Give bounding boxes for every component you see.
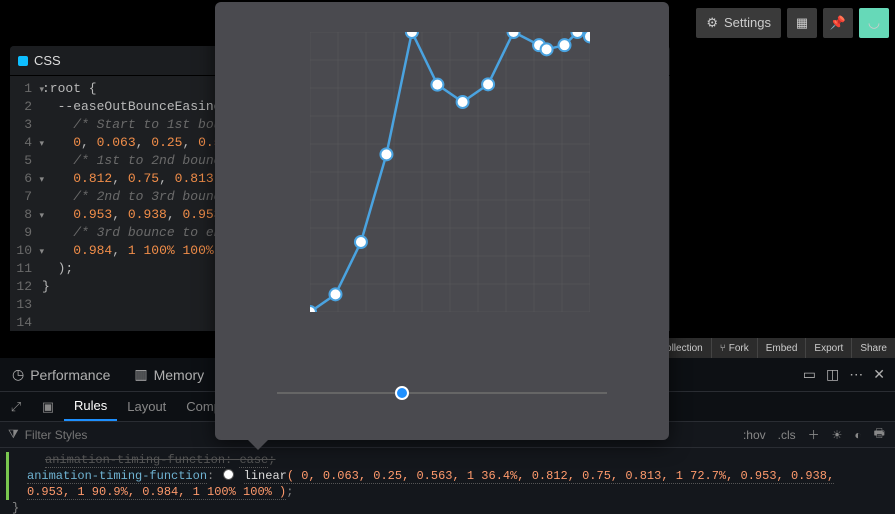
curve-control-point[interactable] [310,306,316,312]
easing-editor-popup [215,2,669,440]
easing-graph[interactable] [310,32,590,312]
line-number: 6 [10,170,42,188]
css-property[interactable]: animation-timing-function [45,453,225,468]
action-share[interactable]: Share [851,338,895,358]
css-value[interactable]: ease [239,453,268,468]
curve-control-point[interactable] [482,78,494,90]
line-number: 2 [10,98,42,116]
css-tab-label: CSS [34,53,61,68]
hov-toggle[interactable]: :hov [743,428,766,442]
curve-control-point[interactable] [457,96,469,108]
line-number: 4 [10,134,42,152]
curve-control-point[interactable] [380,148,392,160]
curve-control-point[interactable] [329,288,341,300]
fork-icon: ⑂ [720,343,726,354]
line-number: 3 [10,116,42,134]
code-line[interactable]: 0.984, 1 100% 100% [42,242,214,260]
rule-close-brace: } [6,500,895,514]
rule-line-active-cont: 0.953, 1 90.9%, 0.984, 1 100% 100% ); [6,484,895,500]
tab-memory-label: Memory [154,367,205,383]
expand-icon[interactable]: ⤢ [0,399,32,415]
line-number: 13 [10,296,42,314]
avatar-face-icon: ◡ [868,14,880,31]
tab-performance[interactable]: ◷ Performance [0,358,122,391]
grid-icon: ▦ [796,15,808,31]
line-number: 12 [10,278,42,296]
line-number: 8 [10,206,42,224]
action-fork[interactable]: ⑂Fork [711,338,757,358]
css-tab[interactable]: CSS [18,53,61,68]
avatar[interactable]: ◡ [859,8,889,38]
rule-line-overridden: animation-timing-function: ease; [6,452,895,468]
pin-icon: 📌 [830,15,846,31]
subtab-rules[interactable]: Rules [64,392,117,421]
line-number: 14 [10,314,42,331]
line-number: 11 [10,260,42,278]
gauge-icon: ◷ [12,366,24,383]
settings-button[interactable]: ⚙ Settings [696,8,781,38]
curve-control-point[interactable] [584,32,590,42]
preview-slider-handle[interactable] [395,386,409,400]
light-dark-icon[interactable]: ☀ [832,428,843,442]
devtools-right-controls: ▭ ◫ ⋯ ✕ [803,366,895,383]
line-number: 10 [10,242,42,260]
curve-control-point[interactable] [571,32,583,38]
easing-swatch-icon[interactable] [223,469,234,480]
close-icon[interactable]: ✕ [873,366,885,383]
curve-control-point[interactable] [559,39,571,51]
contrast-icon[interactable]: ◐ [854,428,861,442]
settings-label: Settings [724,15,771,30]
memory-icon: ▥ [134,366,147,383]
line-number: 5 [10,152,42,170]
line-number: 1 [10,80,42,98]
action-export[interactable]: Export [805,338,851,358]
more-icon[interactable]: ⋯ [849,366,863,383]
print-icon[interactable]: 🖶 [874,424,885,445]
line-number: 9 [10,224,42,242]
layout-button[interactable]: ▦ [787,8,817,38]
css-lang-icon [18,56,28,66]
curve-control-point[interactable] [541,43,553,55]
gear-icon: ⚙ [706,15,718,31]
curve-control-point[interactable] [355,236,367,248]
preview-slider-track[interactable] [277,392,607,394]
rule-line-active: animation-timing-function: linear( 0, 0.… [6,468,895,484]
styles-pane[interactable]: animation-timing-function: ease; animati… [0,448,895,514]
css-property[interactable]: animation-timing-function [27,469,207,484]
add-rule-button[interactable]: ＋ [808,426,820,443]
css-value-args[interactable]: ( 0, 0.063, 0.25, 0.563, 1 36.4%, 0.812,… [287,469,834,484]
tab-memory[interactable]: ▥ Memory [122,358,216,391]
dock-icon[interactable]: ◫ [826,366,839,383]
subtab-layout[interactable]: Layout [117,392,176,421]
curve-control-point[interactable] [431,79,443,91]
css-value-keyword[interactable]: linear [244,469,287,484]
pin-button[interactable]: 📌 [823,8,853,38]
css-value-args-cont[interactable]: 0.953, 1 90.9%, 0.984, 1 100% 100% ) [27,485,286,500]
code-line[interactable]: ); [42,260,73,278]
curve-control-point[interactable] [406,32,418,38]
filter-styles-input[interactable] [25,428,180,442]
code-line[interactable]: :root { [42,80,97,98]
curve-control-point[interactable] [508,32,520,38]
line-number: 7 [10,188,42,206]
sidebar-toggle-icon[interactable]: ▣ [32,399,64,415]
cls-toggle[interactable]: .cls [778,428,796,442]
action-embed[interactable]: Embed [757,338,806,358]
funnel-icon: ⧩ [8,427,19,442]
tab-performance-label: Performance [30,367,110,383]
responsive-icon[interactable]: ▭ [803,366,816,383]
code-line[interactable]: } [42,278,50,296]
